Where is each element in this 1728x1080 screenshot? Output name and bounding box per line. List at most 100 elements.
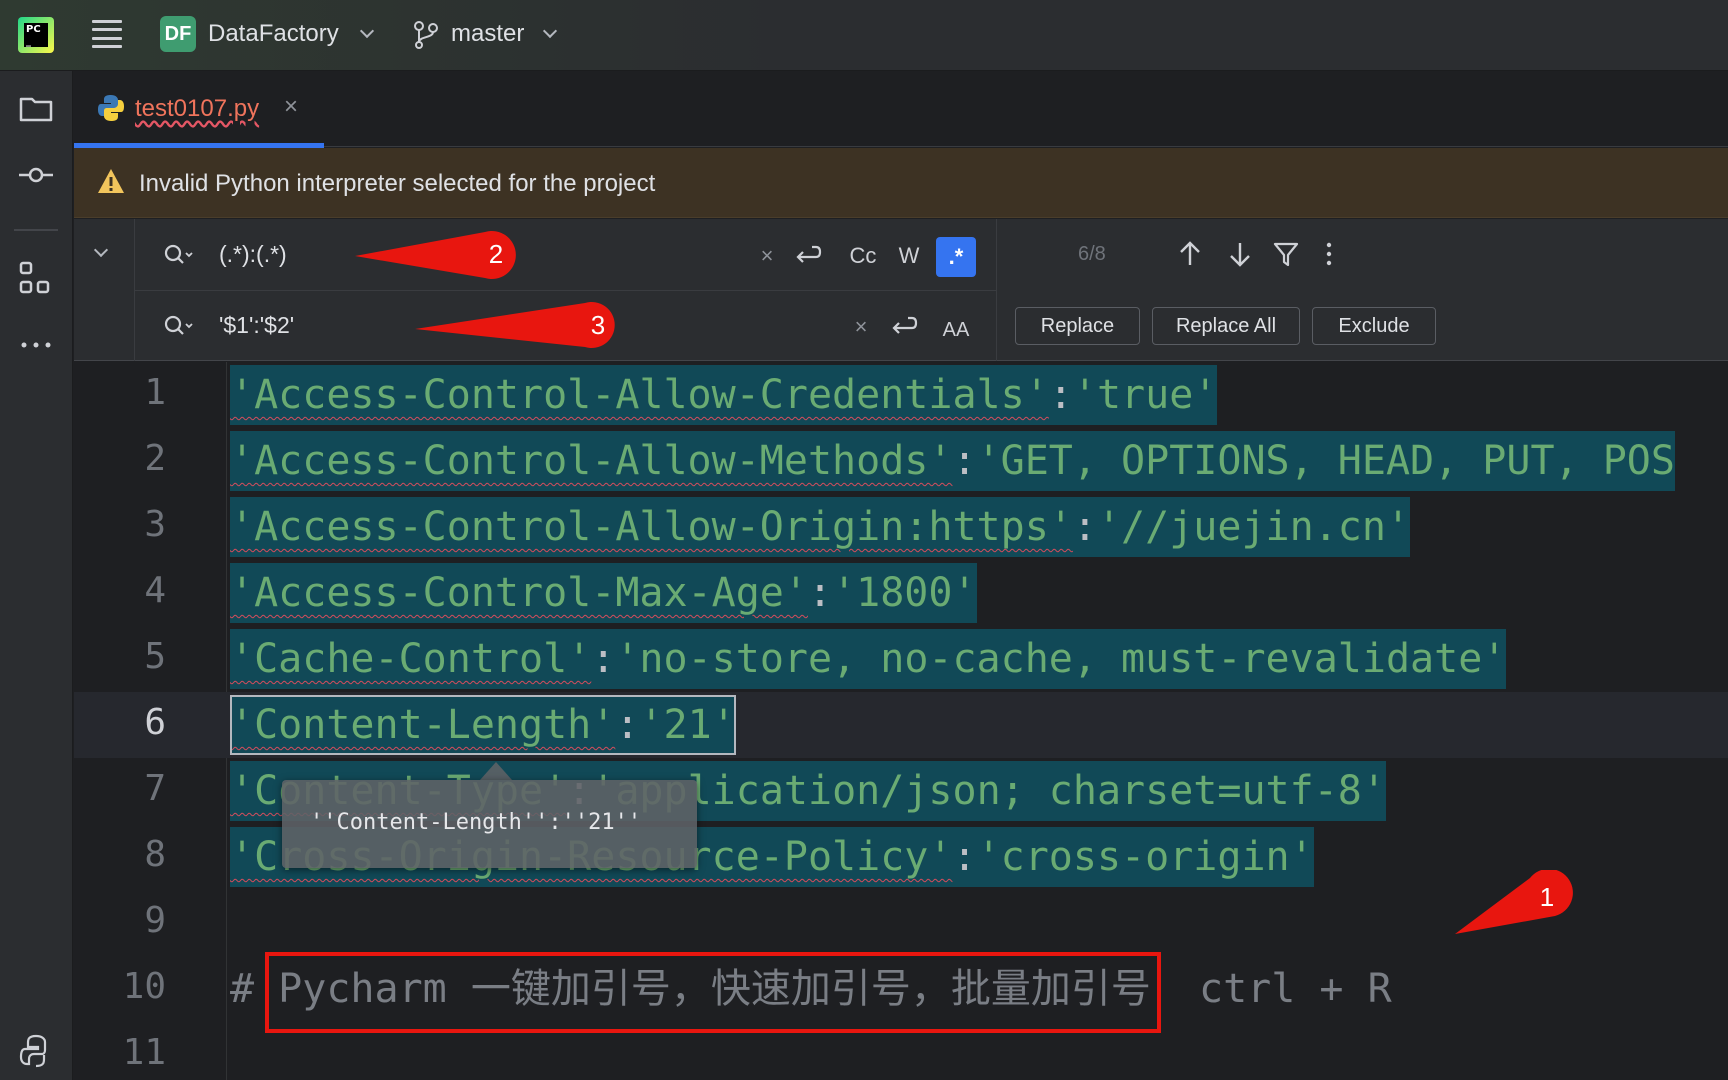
folder-icon[interactable] [16,89,56,129]
replace-input[interactable]: '$1':'$2' [219,312,294,339]
code-line[interactable]: 3 'Access-Control-Allow-Origin:https':'/… [74,494,1728,560]
main-menu-icon[interactable] [89,18,125,50]
callout-1: 1 [1455,870,1573,934]
branch-name[interactable]: master [451,20,524,48]
callout-3: 3 [415,302,615,348]
python-console-icon[interactable] [16,1031,56,1071]
shortcut-text: ctrl + R [1150,966,1392,1012]
search-input[interactable]: (.*):(.*) [219,241,287,268]
git-branch-icon[interactable] [412,20,440,50]
replace-button[interactable]: Replace [1015,307,1140,345]
project-name[interactable]: DataFactory [208,20,339,48]
header-value: 'GET, OPTIONS, HEAD, PUT, POS [976,438,1675,484]
header-key: 'Access-Control-Allow-Methods' [230,438,953,484]
code-line-current[interactable]: 6 'Content-Length':'21' [74,692,1728,758]
code-text: 'Access-Control-Allow-Methods':'GET, OPT… [230,431,1675,491]
callout-2-label: 2 [489,239,503,269]
commit-icon[interactable] [16,155,56,195]
search-history-icon[interactable] [162,241,196,269]
line-number: 2 [144,438,166,479]
panel-divider [996,219,997,361]
pycharm-logo-icon[interactable]: PC _ [18,17,54,53]
separator: : [615,702,640,748]
arrow-down-icon[interactable] [1226,239,1254,269]
header-key: 'Cache-Control' [230,636,592,682]
regex-toggle[interactable]: .* [936,237,976,277]
callout-2: 2 [355,231,516,279]
line-number: 1 [144,372,166,413]
whole-words-toggle[interactable]: W [892,239,926,273]
code-line[interactable]: 4 'Access-Control-Max-Age':'1800' [74,560,1728,626]
header-value: '21' [639,702,736,748]
separator: : [591,636,616,682]
project-chevron-down-icon[interactable] [359,23,375,39]
comment-hash: # [230,966,255,1012]
code-line[interactable]: 1 'Access-Control-Allow-Credentials':'tr… [74,362,1728,428]
line-number: 8 [144,834,166,875]
preserve-case-toggle[interactable]: AA [936,313,976,347]
line-number: 6 [144,702,166,743]
tab-label: test0107.py [135,95,260,122]
panel-divider [134,290,996,291]
line-number: 3 [144,504,166,545]
clear-replace-icon[interactable]: × [846,312,876,342]
header-key: 'Access-Control-Allow-Origin:https' [230,504,1073,550]
tool-window-strip [0,71,73,1080]
arrow-up-icon[interactable] [1176,239,1204,269]
title-bar: PC _ DF DataFactory master [0,0,1728,71]
more-tools-icon[interactable] [16,325,56,365]
tooltip-pointer [480,762,512,780]
callout-1-label: 1 [1540,882,1554,912]
replace-history-icon[interactable] [162,312,196,340]
code-text: 'Access-Control-Allow-Credentials':'true… [230,365,1218,425]
separator: : [1048,372,1073,418]
collapse-chevron-icon[interactable] [93,242,109,258]
code-text-current-match: 'Content-Length':'21' [230,695,736,755]
project-badge[interactable]: DF [160,16,196,52]
structure-icon[interactable] [16,258,56,298]
annotation-box [265,952,1161,1033]
line-number: 7 [144,768,166,809]
line-number: 4 [144,570,166,611]
code-line[interactable]: 2 'Access-Control-Allow-Methods':'GET, O… [74,428,1728,494]
code-text: 'Access-Control-Allow-Origin:https':'//j… [230,497,1411,557]
header-key: 'Access-Control-Allow-Credentials' [230,372,1049,418]
tab-close-icon[interactable]: × [284,93,298,121]
separator: : [807,570,833,616]
line-number: 5 [144,636,166,677]
line-number: 11 [122,1032,166,1073]
replace-preview-tooltip: ''Content-Length'':''21'' [282,780,697,868]
match-count: 6/8 [1078,243,1106,265]
new-line-icon[interactable] [790,241,824,271]
callout-3-label: 3 [591,310,605,340]
tool-separator [14,229,58,231]
more-options-icon[interactable] [1322,239,1336,269]
header-value: 'cross-origin' [976,834,1314,880]
exclude-button[interactable]: Exclude [1312,307,1436,345]
separator: : [952,438,977,484]
find-replace-panel: (.*):(.*) × Cc W .* 6/8 '$1':'$2' × AA R… [74,219,1728,361]
editor-tab-bar: test0107.py × [74,71,1728,148]
interpreter-warning-banner: Invalid Python interpreter selected for … [74,148,1728,218]
separator: : [1072,504,1097,550]
header-value: 'true' [1072,372,1218,418]
filter-icon[interactable] [1272,239,1300,269]
warning-icon [98,169,124,193]
line-number: 10 [122,966,166,1007]
code-text: 'Access-Control-Max-Age':'1800' [230,563,977,623]
match-case-toggle[interactable]: Cc [841,239,885,273]
clear-search-icon[interactable]: × [752,241,782,271]
header-value: '//juejin.cn' [1096,504,1411,550]
header-key: 'Content-Length' [230,702,616,748]
tab-test0107-py[interactable]: test0107.py × [74,71,324,148]
header-key: 'Access-Control-Max-Age' [230,570,808,616]
tooltip-text: ''Content-Length'':''21'' [310,810,642,835]
header-value: '1800' [832,570,977,616]
code-text: 'Cache-Control':'no-store, no-cache, mus… [230,629,1507,689]
branch-chevron-down-icon[interactable] [542,23,558,39]
banner-text: Invalid Python interpreter selected for … [139,170,656,197]
line-number: 9 [144,900,166,941]
code-line[interactable]: 5 'Cache-Control':'no-store, no-cache, m… [74,626,1728,692]
new-line-icon[interactable] [886,312,920,342]
replace-all-button[interactable]: Replace All [1152,307,1300,345]
